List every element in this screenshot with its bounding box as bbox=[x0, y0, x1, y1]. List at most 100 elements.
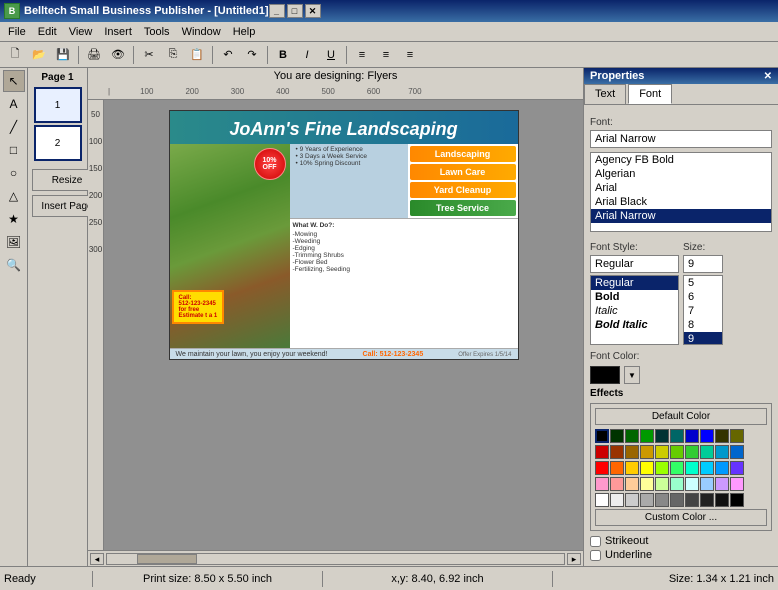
maximize-button[interactable]: □ bbox=[287, 4, 303, 18]
copy-button[interactable]: ⎘ bbox=[162, 45, 184, 65]
color-cell[interactable] bbox=[715, 493, 729, 507]
color-cell[interactable] bbox=[655, 477, 669, 491]
underline-checkbox[interactable] bbox=[590, 550, 601, 561]
color-cell[interactable] bbox=[685, 461, 699, 475]
style-input[interactable] bbox=[590, 255, 679, 273]
canvas-wrapper[interactable]: JoAnn's Fine Landscaping 10% OFF bbox=[104, 100, 583, 550]
size-list[interactable]: 5 6 7 8 9 bbox=[683, 275, 723, 345]
color-cell[interactable] bbox=[595, 461, 609, 475]
bold-button[interactable]: B bbox=[272, 45, 294, 65]
color-cell[interactable] bbox=[685, 493, 699, 507]
line-tool[interactable]: ╱ bbox=[3, 116, 25, 138]
menu-window[interactable]: Window bbox=[176, 24, 227, 40]
strikeout-checkbox[interactable] bbox=[590, 536, 601, 547]
font-item-arial[interactable]: Arial bbox=[591, 181, 771, 195]
close-button[interactable]: ✕ bbox=[305, 4, 321, 18]
color-cell[interactable] bbox=[700, 445, 714, 459]
align-center-button[interactable]: ≡ bbox=[375, 45, 397, 65]
image-tool[interactable]: 🖼 bbox=[3, 231, 25, 253]
titlebar-controls[interactable]: _ □ ✕ bbox=[269, 4, 321, 18]
select-tool[interactable]: ↖ bbox=[3, 70, 25, 92]
menu-edit[interactable]: Edit bbox=[32, 24, 63, 40]
page-thumb-2[interactable]: 2 bbox=[34, 125, 82, 161]
color-cell[interactable] bbox=[730, 429, 744, 443]
color-cell[interactable] bbox=[655, 461, 669, 475]
color-cell[interactable] bbox=[595, 429, 609, 443]
color-cell[interactable] bbox=[610, 493, 624, 507]
font-input[interactable] bbox=[590, 130, 772, 148]
color-cell[interactable] bbox=[625, 477, 639, 491]
menu-file[interactable]: File bbox=[2, 24, 32, 40]
size-9[interactable]: 9 bbox=[684, 332, 722, 345]
color-cell[interactable] bbox=[700, 461, 714, 475]
color-cell[interactable] bbox=[700, 477, 714, 491]
font-item-arial-narrow[interactable]: Arial Narrow bbox=[591, 209, 771, 223]
underline-button[interactable]: U bbox=[320, 45, 342, 65]
open-button[interactable]: 📂 bbox=[28, 45, 50, 65]
new-button[interactable]: 🗋 bbox=[4, 45, 26, 65]
color-cell[interactable] bbox=[640, 493, 654, 507]
cut-button[interactable]: ✂ bbox=[138, 45, 160, 65]
color-cell[interactable] bbox=[670, 445, 684, 459]
font-item-agency[interactable]: Agency FB Bold bbox=[591, 153, 771, 167]
color-cell[interactable] bbox=[730, 445, 744, 459]
color-cell[interactable] bbox=[610, 477, 624, 491]
style-italic[interactable]: Italic bbox=[591, 304, 678, 318]
save-button[interactable]: 💾 bbox=[52, 45, 74, 65]
italic-button[interactable]: I bbox=[296, 45, 318, 65]
tab-text[interactable]: Text bbox=[584, 84, 626, 104]
custom-color-button[interactable]: Custom Color ... bbox=[595, 509, 767, 526]
menu-help[interactable]: Help bbox=[227, 24, 262, 40]
color-cell[interactable] bbox=[625, 445, 639, 459]
triangle-tool[interactable]: △ bbox=[3, 185, 25, 207]
print-button[interactable]: 🖨 bbox=[83, 45, 105, 65]
color-cell[interactable] bbox=[595, 445, 609, 459]
color-cell[interactable] bbox=[655, 493, 669, 507]
color-cell[interactable] bbox=[655, 429, 669, 443]
color-cell[interactable] bbox=[700, 429, 714, 443]
minimize-button[interactable]: _ bbox=[269, 4, 285, 18]
font-item-arial-black[interactable]: Arial Black bbox=[591, 195, 771, 209]
color-swatch[interactable] bbox=[590, 366, 620, 384]
color-cell[interactable] bbox=[625, 493, 639, 507]
color-cell[interactable] bbox=[730, 493, 744, 507]
zoom-tool[interactable]: 🔍 bbox=[3, 254, 25, 276]
color-cell[interactable] bbox=[730, 477, 744, 491]
color-cell[interactable] bbox=[640, 461, 654, 475]
color-cell[interactable] bbox=[670, 461, 684, 475]
color-cell[interactable] bbox=[595, 493, 609, 507]
color-cell[interactable] bbox=[730, 461, 744, 475]
paste-button[interactable]: 📋 bbox=[186, 45, 208, 65]
h-scrollbar[interactable]: ◂ ▸ bbox=[88, 550, 583, 566]
color-cell[interactable] bbox=[655, 445, 669, 459]
star-tool[interactable]: ★ bbox=[3, 208, 25, 230]
scroll-right-btn[interactable]: ▸ bbox=[567, 553, 581, 565]
color-cell[interactable] bbox=[700, 493, 714, 507]
color-cell[interactable] bbox=[610, 461, 624, 475]
color-cell[interactable] bbox=[715, 477, 729, 491]
size-7[interactable]: 7 bbox=[684, 304, 722, 318]
style-list[interactable]: Regular Bold Italic Bold Italic bbox=[590, 275, 679, 345]
color-cell[interactable] bbox=[640, 429, 654, 443]
color-dropdown-button[interactable]: ▼ bbox=[624, 366, 640, 384]
text-tool[interactable]: A bbox=[3, 93, 25, 115]
color-cell[interactable] bbox=[625, 461, 639, 475]
font-list[interactable]: Agency FB Bold Algerian Arial Arial Blac… bbox=[590, 152, 772, 232]
color-cell[interactable] bbox=[685, 429, 699, 443]
color-cell[interactable] bbox=[625, 429, 639, 443]
size-5[interactable]: 5 bbox=[684, 276, 722, 290]
color-cell[interactable] bbox=[670, 429, 684, 443]
color-cell[interactable] bbox=[595, 477, 609, 491]
color-cell[interactable] bbox=[610, 445, 624, 459]
size-6[interactable]: 6 bbox=[684, 290, 722, 304]
preview-button[interactable]: 👁 bbox=[107, 45, 129, 65]
font-item-algerian[interactable]: Algerian bbox=[591, 167, 771, 181]
scroll-left-btn[interactable]: ◂ bbox=[90, 553, 104, 565]
style-regular[interactable]: Regular bbox=[591, 276, 678, 290]
size-input[interactable] bbox=[683, 255, 723, 273]
props-close-button[interactable]: ✕ bbox=[764, 71, 772, 82]
color-cell[interactable] bbox=[715, 461, 729, 475]
color-cell[interactable] bbox=[685, 477, 699, 491]
tab-font[interactable]: Font bbox=[628, 84, 672, 104]
align-left-button[interactable]: ≡ bbox=[351, 45, 373, 65]
